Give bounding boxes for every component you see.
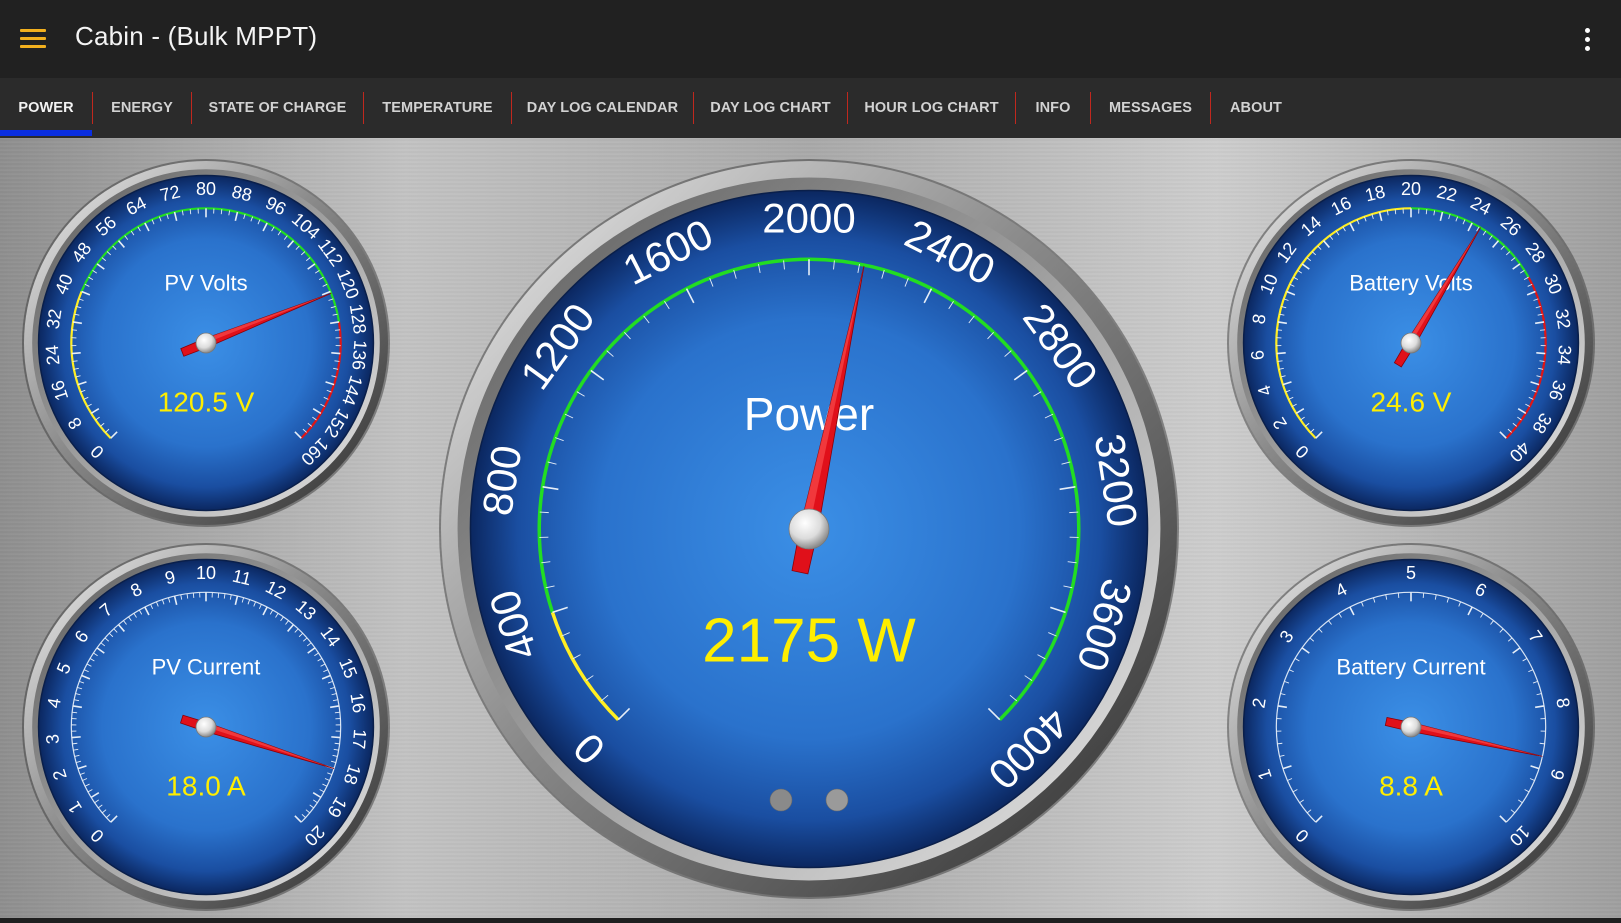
battery-volts-gauge: 0246810121416182022242628303234363840Bat… [1227, 159, 1595, 527]
selected-tab-indicator [0, 130, 92, 136]
minor-tick [72, 712, 77, 713]
tab-state-of-charge[interactable]: STATE OF CHARGE [192, 78, 363, 138]
tick-label: 24 [42, 344, 64, 366]
tick-label: 2000 [762, 195, 855, 242]
battery-volts-readout: 24.6 V [1371, 387, 1452, 418]
minor-tick [1277, 743, 1282, 744]
tab-energy[interactable]: ENERGY [93, 78, 191, 138]
tick-label: 10 [196, 563, 216, 583]
tick-label: 32 [43, 307, 66, 330]
tick-label: 136 [348, 339, 370, 371]
minor-tick [1069, 512, 1078, 513]
tab-bar: POWER ENERGY STATE OF CHARGE TEMPERATURE… [0, 78, 1621, 139]
pv-current-readout: 18.0 A [166, 771, 246, 802]
tab-about[interactable]: ABOUT [1211, 78, 1301, 138]
tab-hour-log-chart[interactable]: HOUR LOG CHART [848, 78, 1015, 138]
major-tick [72, 353, 81, 354]
battery-current-gauge: 012345678910Battery Current8.8 A [1227, 543, 1595, 911]
minor-tick [190, 209, 191, 214]
tick-label: 80 [196, 179, 216, 199]
major-tick [331, 353, 340, 354]
power-label: Power [744, 388, 874, 440]
gauge-dashboard: 0816243240485664728088961041121201281361… [0, 138, 1621, 918]
tick-label: 3 [42, 733, 63, 745]
tick-label: 16 [346, 691, 369, 714]
pv-volts-readout: 120.5 V [158, 387, 255, 418]
tick-label: 5 [1406, 563, 1416, 583]
tab-info[interactable]: INFO [1016, 78, 1090, 138]
pv-current-label: PV Current [152, 654, 261, 679]
gauges-canvas: 0816243240485664728088961041121201281361… [0, 138, 1621, 918]
more-vert-icon[interactable] [1572, 22, 1602, 56]
minor-tick [540, 512, 549, 513]
minor-tick [335, 743, 340, 744]
pv-volts-gauge: 0816243240485664728088961041121201281361… [22, 159, 390, 527]
tab-temperature[interactable]: TEMPERATURE [364, 78, 511, 138]
page-dot[interactable] [770, 789, 792, 811]
minor-tick [221, 209, 222, 214]
battery-current-readout: 8.8 A [1379, 771, 1443, 802]
tab-messages[interactable]: MESSAGES [1091, 78, 1210, 138]
minor-tick [1540, 743, 1545, 744]
app-bar: Cabin - (Bulk MPPT) [0, 0, 1621, 78]
power-gauge: 040080012001600200024002800320036004000P… [439, 159, 1179, 899]
tick-label: 34 [1554, 344, 1576, 366]
minor-tick [1426, 209, 1427, 214]
tab-power[interactable]: POWER [0, 78, 92, 138]
battery-current-needle-hub [1401, 717, 1421, 737]
tab-day-log-chart[interactable]: DAY LOG CHART [694, 78, 847, 138]
pv-volts-needle-hub [196, 333, 216, 353]
app-title: Cabin - (Bulk MPPT) [75, 21, 317, 52]
pv-current-needle-hub [196, 717, 216, 737]
power-readout: 2175 W [702, 607, 916, 676]
minor-tick [335, 712, 340, 713]
tick-label: 32 [1551, 307, 1574, 330]
tick-label: 20 [1401, 179, 1421, 199]
major-tick [331, 737, 340, 738]
tab-day-log-calendar[interactable]: DAY LOG CALENDAR [512, 78, 693, 138]
major-tick [1277, 353, 1286, 354]
battery-volts-needle-hub [1401, 333, 1421, 353]
pv-current-gauge: 01234567891011121314151617181920PV Curre… [22, 543, 390, 911]
power-needle-hub [789, 509, 829, 549]
pv-volts-label: PV Volts [164, 270, 247, 295]
hamburger-menu-icon[interactable] [18, 24, 50, 54]
page-dot[interactable] [826, 789, 848, 811]
major-tick [72, 737, 81, 738]
tick-label: 6 [1247, 349, 1268, 361]
minor-tick [1395, 209, 1396, 214]
tick-label: 17 [349, 728, 371, 750]
minor-tick [72, 743, 77, 744]
major-tick [1536, 353, 1545, 354]
battery-current-label: Battery Current [1336, 654, 1485, 679]
